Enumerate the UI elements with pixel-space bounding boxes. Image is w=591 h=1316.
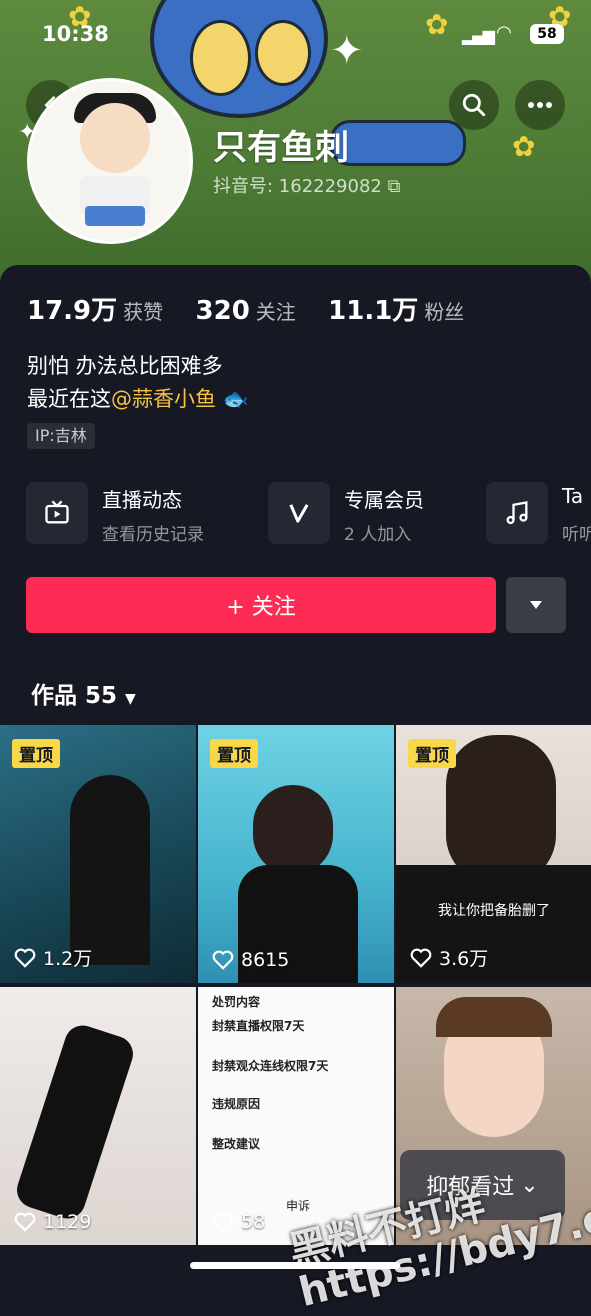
profile-nickname: 只有鱼刺 xyxy=(213,128,349,168)
stat-following[interactable]: 320 关注 xyxy=(196,296,322,326)
feature-membership[interactable]: 专属会员 2 人加入 xyxy=(268,482,478,546)
caret-down-icon: ▼ xyxy=(125,691,136,707)
home-indicator xyxy=(190,1262,400,1269)
flower-icon: ✿ xyxy=(512,130,536,163)
heart-icon xyxy=(14,1212,36,1232)
video-thumb[interactable]: 置顶 我让你把备胎删了 3.6万 xyxy=(396,725,591,983)
mention-link[interactable]: @蒜香小鱼 xyxy=(111,387,216,411)
heart-icon xyxy=(212,950,234,970)
pinned-badge: 置顶 xyxy=(408,739,456,768)
status-bar: 10:38 ▂▄▆ ◠ 58 xyxy=(0,20,591,54)
wifi-icon: ◠ xyxy=(497,22,511,43)
more-icon xyxy=(528,102,552,108)
battery-icon: 58 xyxy=(530,24,564,44)
pinned-badge: 置顶 xyxy=(12,739,60,768)
follow-button[interactable]: + 关注 xyxy=(26,577,496,633)
video-thumb[interactable]: 置顶 1.2万 xyxy=(0,725,196,983)
tv-icon xyxy=(26,482,88,544)
follow-dropdown-button[interactable] xyxy=(506,577,566,633)
search-icon xyxy=(462,93,486,117)
caret-down-icon xyxy=(530,601,542,609)
status-time: 10:38 xyxy=(42,22,109,46)
copy-icon[interactable]: ⧉ xyxy=(388,176,401,197)
banner-arm xyxy=(330,120,466,166)
profile-stats: 17.9万 获赞 320 关注 11.1万 粉丝 xyxy=(27,290,490,327)
feature-live-history[interactable]: 直播动态 查看历史记录 xyxy=(26,482,256,546)
video-thumb[interactable]: 处罚内容 封禁直播权限7天 封禁观众连线权限7天 违规原因 整改建议 申诉 58 xyxy=(198,987,394,1245)
pinned-badge: 置顶 xyxy=(210,739,258,768)
fish-icon: 🐟 xyxy=(216,387,249,411)
music-icon xyxy=(486,482,548,544)
more-button[interactable] xyxy=(515,80,565,130)
search-button[interactable] xyxy=(449,80,499,130)
video-thumb[interactable]: 置顶 8615 xyxy=(198,725,394,983)
heart-icon xyxy=(410,948,432,968)
douyin-id[interactable]: 抖音号: 162229082 ⧉ xyxy=(213,172,400,198)
signal-icon: ▂▄▆ xyxy=(462,26,495,45)
works-tab[interactable]: 作品 55 ▼ xyxy=(31,676,136,710)
v-icon xyxy=(268,482,330,544)
heart-icon xyxy=(14,948,36,968)
video-thumb[interactable]: 1129 xyxy=(0,987,196,1245)
ip-location-badge: IP:吉林 xyxy=(27,423,95,449)
heart-icon xyxy=(212,1212,234,1232)
stat-likes[interactable]: 17.9万 获赞 xyxy=(27,296,189,326)
profile-bio: 别怕 办法总比困难多 最近在这@蒜香小鱼 🐟 xyxy=(27,354,249,411)
video-caption: 我让你把备胎删了 xyxy=(438,903,550,919)
stat-followers[interactable]: 11.1万 粉丝 xyxy=(328,296,490,326)
feature-music[interactable]: Ta 听听 xyxy=(486,482,591,546)
avatar[interactable] xyxy=(27,78,193,244)
